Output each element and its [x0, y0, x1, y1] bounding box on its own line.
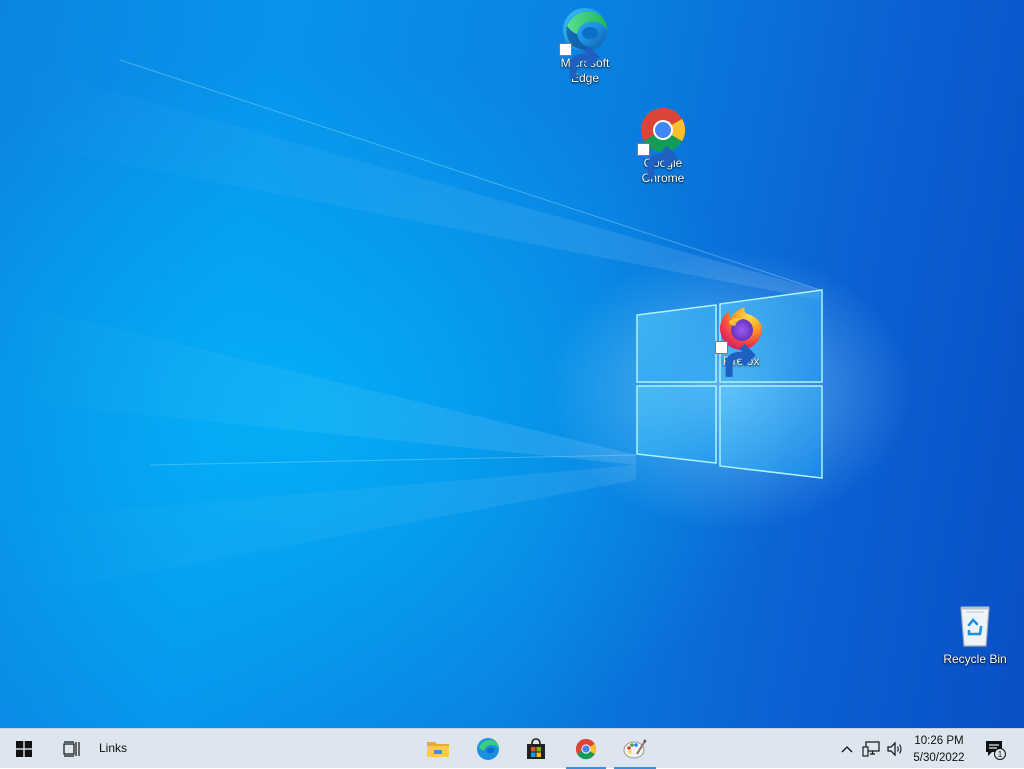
chrome-icon	[637, 106, 687, 179]
file-explorer-icon	[427, 742, 449, 757]
wallpaper	[0, 59, 823, 600]
edge-icon	[559, 6, 609, 79]
clock-time: 10:26 PM	[914, 735, 964, 747]
notification-count: 1	[998, 750, 1003, 759]
taskbar-microsoft-store[interactable]	[514, 729, 558, 769]
desktop-icon-chrome[interactable]: Google Chrome	[624, 106, 702, 186]
windows-logo-icon	[16, 741, 32, 757]
network-button[interactable]	[860, 729, 882, 769]
desktop[interactable]: Microsoft Edge Google Chrome Firefox Rec…	[0, 0, 1024, 728]
shortcut-arrow-icon	[559, 43, 600, 79]
desktop-icon-firefox[interactable]: Firefox	[702, 304, 780, 377]
action-center-icon: 1	[986, 741, 1006, 760]
microsoft-store-icon	[527, 738, 545, 759]
shortcut-arrow-icon	[715, 341, 756, 377]
taskbar-chrome[interactable]	[566, 729, 606, 769]
network-icon	[862, 741, 880, 757]
volume-icon	[887, 741, 902, 757]
firefox-icon	[715, 304, 765, 377]
clock[interactable]: 10:26 PM 5/30/2022	[906, 733, 972, 767]
paint-icon	[623, 739, 647, 759]
recycle-bin-icon	[951, 602, 999, 650]
desktop-icon-label: Recycle Bin	[943, 652, 1007, 666]
taskbar-paint[interactable]	[614, 729, 656, 769]
show-hidden-icons-button[interactable]	[836, 729, 858, 769]
clock-date: 5/30/2022	[913, 752, 965, 764]
task-view-icon	[63, 741, 80, 757]
start-button[interactable]	[0, 729, 48, 769]
desktop-icon-edge[interactable]: Microsoft Edge	[546, 6, 624, 86]
taskbar-file-explorer[interactable]	[416, 729, 460, 769]
edge-icon	[477, 738, 499, 760]
chevron-up-icon	[841, 746, 853, 753]
links-toolbar-label[interactable]: Links	[99, 741, 127, 755]
desktop-icon-recycle-bin[interactable]: Recycle Bin	[936, 602, 1014, 667]
task-view-button[interactable]	[48, 729, 96, 769]
chrome-icon	[575, 738, 597, 760]
volume-button[interactable]	[884, 729, 906, 769]
taskbar: Links 10:26 PM 5/30/2022 1	[0, 728, 1024, 769]
action-center-button[interactable]: 1	[978, 729, 1012, 769]
shortcut-arrow-icon	[637, 143, 678, 179]
taskbar-edge[interactable]	[466, 729, 510, 769]
